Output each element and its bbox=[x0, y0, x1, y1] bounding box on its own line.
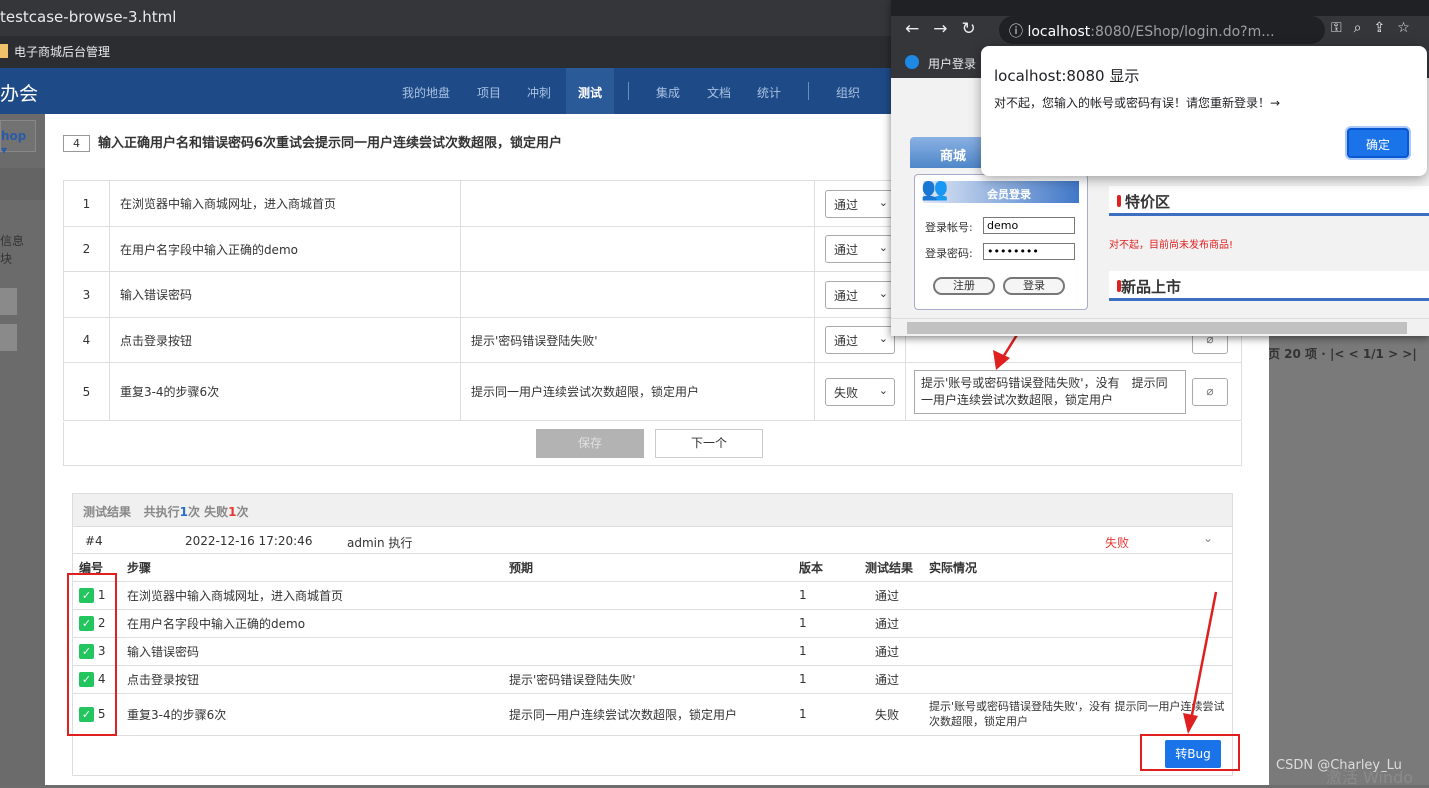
nav-separator bbox=[628, 82, 629, 100]
table-row: ✓ 5 重复3-4的步骤6次 提示同一用户连续尝试次数超限，锁定用户 1 失败 … bbox=[73, 693, 1232, 736]
results-header: 测试结果 共执行1次 失败1次 bbox=[73, 494, 1232, 527]
brand-logo: 办会 bbox=[0, 83, 39, 105]
alert-title: localhost:8080 显示 bbox=[994, 67, 1140, 85]
nav-doc[interactable]: 文档 bbox=[707, 84, 731, 101]
result-select[interactable]: 通过 ⌄ bbox=[825, 326, 895, 354]
bookmark-item[interactable]: 电子商城后台管理 bbox=[0, 43, 110, 60]
sidebar-text: 信息 bbox=[0, 234, 25, 248]
popup-address-bar: ←→↻ ⓘ localhost:8080/EShop/login.do?m...… bbox=[891, 16, 1429, 46]
nav-my[interactable]: 我的地盘 bbox=[402, 84, 450, 101]
table-row: ✓ 2 在用户名字段中输入正确的demo 1 通过 bbox=[73, 609, 1232, 638]
nav-project[interactable]: 项目 bbox=[477, 84, 501, 101]
result-select[interactable]: 失败 ⌄ bbox=[825, 377, 895, 406]
nav-org[interactable]: 组织 bbox=[836, 84, 860, 101]
chevron-down-icon: ⌄ bbox=[878, 286, 888, 300]
left-sidebar: hop ▾ 信息 块 bbox=[0, 114, 45, 785]
url-field[interactable]: ⓘ localhost:8080/EShop/login.do?m... bbox=[999, 16, 1325, 44]
nav-arrows-icon[interactable]: ←→↻ bbox=[905, 19, 990, 39]
specials-section: 特价区 bbox=[1109, 186, 1429, 216]
windows-activation-watermark: 激活 Windo bbox=[1326, 768, 1414, 787]
pager[interactable]: 页 20 项 · |< < 1/1 > >| bbox=[1268, 345, 1417, 362]
password-input[interactable]: •••••••• bbox=[983, 243, 1075, 260]
users-icon: 👥 bbox=[921, 177, 949, 202]
result-select[interactable]: 通过 ⌄ bbox=[825, 280, 895, 309]
new-items-section: 新品上市 bbox=[1109, 271, 1429, 301]
chevron-down-icon: ⌄ bbox=[878, 195, 888, 209]
run-row[interactable]: #4 2022-12-16 17:20:46 admin 执行 失败 ⌄ bbox=[73, 527, 1232, 554]
chevron-down-icon[interactable]: ⌄ bbox=[1203, 531, 1213, 545]
table-row: ✓ 4 点击登录按钮 提示'密码错误登陆失败' 1 通过 bbox=[73, 665, 1232, 694]
chevron-down-icon: ⌄ bbox=[878, 241, 888, 254]
globe-icon bbox=[905, 55, 919, 69]
register-button[interactable]: 注册 bbox=[933, 277, 995, 295]
nav-ci[interactable]: 集成 bbox=[656, 84, 680, 101]
member-login-box: 会员登录 👥 登录帐号: demo 登录密码: •••••••• 注册 登录 bbox=[914, 174, 1088, 310]
nav-test[interactable]: 测试 bbox=[578, 84, 602, 101]
run-status: 失败 bbox=[1105, 536, 1130, 550]
result-select[interactable]: 通过 ⌄ bbox=[825, 235, 895, 263]
alert-dialog: localhost:8080 显示 对不起，您输入的帐号或密码有误！请您重新登录… bbox=[981, 46, 1427, 176]
ok-button[interactable]: 确定 bbox=[1347, 128, 1409, 158]
horizontal-scrollbar[interactable] bbox=[891, 318, 1429, 336]
attachment-icon[interactable]: ⌀ bbox=[1192, 377, 1228, 406]
table-row: 5 重复3-4的步骤6次 提示同一用户连续尝试次数超限，锁定用户 失败 ⌄ 提示'… bbox=[63, 362, 1242, 421]
next-button[interactable]: 下一个 bbox=[655, 429, 763, 458]
sidebar-bar bbox=[0, 168, 45, 200]
nav-stats[interactable]: 统计 bbox=[757, 84, 781, 101]
nav-sprint[interactable]: 冲刺 bbox=[527, 84, 551, 101]
results-table: 编号 步骤 预期 版本 测试结果 实际情况 ✓ 1 在浏览器中输入商城网址，进入… bbox=[73, 554, 1232, 736]
case-title: 4 输入正确用户名和错误密码6次重试会提示同一用户连续尝试次数超限，锁定用户 bbox=[63, 132, 562, 152]
no-goods-message: 对不起，目前尚未发布商品! bbox=[1109, 240, 1234, 251]
nav-separator bbox=[808, 82, 809, 100]
section-marker bbox=[1117, 280, 1121, 292]
table-row: ✓ 1 在浏览器中输入商城网址，进入商城首页 1 通过 bbox=[73, 581, 1232, 610]
sidebar-box[interactable] bbox=[0, 288, 17, 315]
alert-message: 对不起，您输入的帐号或密码有误！请您重新登录！→ bbox=[994, 96, 1281, 110]
test-results-panel: 测试结果 共执行1次 失败1次 #4 2022-12-16 17:20:46 a… bbox=[72, 493, 1233, 776]
annotation-box bbox=[1140, 734, 1240, 771]
sidebar-text: 块 bbox=[0, 252, 13, 266]
save-button[interactable]: 保存 bbox=[536, 429, 644, 458]
table-row: ✓ 3 输入错误密码 1 通过 bbox=[73, 637, 1232, 666]
product-select[interactable]: hop ▾ bbox=[0, 120, 36, 157]
chevron-down-icon: ⌄ bbox=[878, 383, 888, 397]
result-select[interactable]: 通过 ⌄ bbox=[825, 189, 895, 218]
toolbar-icons[interactable]: ⚿⌕⇪☆ bbox=[1331, 20, 1422, 36]
bookmark-item[interactable]: 用户登录 bbox=[928, 55, 976, 72]
case-number: 4 bbox=[63, 135, 90, 152]
login-button[interactable]: 登录 bbox=[1003, 277, 1065, 295]
sidebar-box[interactable] bbox=[0, 324, 17, 351]
annotation-box bbox=[67, 573, 117, 736]
step-actions: 保存 下一个 bbox=[63, 422, 1242, 466]
scroll-thumb[interactable] bbox=[907, 322, 1407, 334]
account-input[interactable]: demo bbox=[983, 217, 1075, 234]
chevron-down-icon: ⌄ bbox=[878, 332, 888, 345]
chevron-down-icon: ▾ bbox=[1, 143, 8, 157]
actual-result-input[interactable]: 提示'账号或密码错误登陆失败'，没有 提示同一用户连续尝试次数超限，锁定用户 bbox=[914, 369, 1186, 414]
section-marker bbox=[1117, 195, 1121, 207]
bookmark-icon bbox=[0, 44, 8, 58]
browser-tab-title[interactable]: testcase-browse-3.html bbox=[0, 8, 176, 26]
popup-titlebar bbox=[891, 0, 1429, 16]
